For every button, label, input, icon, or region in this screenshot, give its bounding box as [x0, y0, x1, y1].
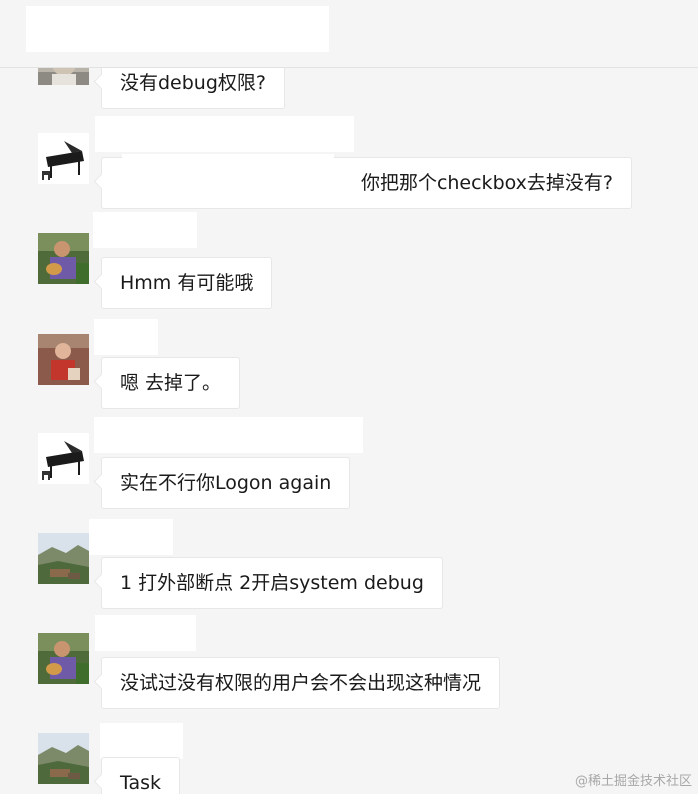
sender-name: [94, 417, 363, 453]
landscape-icon: [38, 733, 89, 784]
message-bubble[interactable]: 没试过没有权限的用户会不会出现这种情况: [101, 657, 501, 709]
message-text: Hmm 有可能哦: [120, 272, 254, 294]
quote-overlay: [122, 154, 334, 176]
message-bubble[interactable]: 实在不行你Logon again: [101, 457, 351, 509]
avatar[interactable]: [38, 133, 89, 184]
sender-name: [95, 116, 354, 152]
piano-icon: [38, 133, 89, 184]
header-bar: [0, 0, 698, 68]
message-text: 没有debug权限?: [120, 72, 266, 94]
message-bubble[interactable]: Hmm 有可能哦: [101, 257, 273, 309]
avatar[interactable]: [38, 533, 89, 584]
message-text: 嗯 去掉了。: [120, 372, 222, 394]
sender-name: [95, 615, 196, 651]
person-with-cat-icon: [38, 233, 89, 284]
avatar[interactable]: [38, 633, 89, 684]
chat-window: 没有debug权限? 你把那个checkbox去掉没有? Hmm 有可能哦 嗯 …: [0, 0, 698, 794]
message-bubble[interactable]: 1 打外部断点 2开启system debug: [101, 557, 443, 609]
message-text: 没试过没有权限的用户会不会出现这种情况: [120, 672, 482, 694]
person-with-cat-icon: [38, 633, 89, 684]
avatar[interactable]: [38, 334, 89, 385]
sender-name: [89, 519, 173, 555]
avatar[interactable]: [38, 233, 89, 284]
piano-icon: [38, 433, 89, 484]
message-text: Task: [120, 772, 162, 794]
avatar[interactable]: [38, 433, 89, 484]
message-text: 你把那个checkbox去掉没有?: [360, 172, 613, 194]
message-text: 实在不行你Logon again: [120, 472, 332, 494]
message-bubble[interactable]: 嗯 去掉了。: [101, 357, 241, 409]
sender-name: [94, 319, 158, 355]
avatar[interactable]: [38, 733, 89, 784]
landscape-icon: [38, 533, 89, 584]
person-red-icon: [38, 334, 89, 385]
chat-title: [26, 6, 329, 52]
message-bubble[interactable]: Task: [101, 757, 181, 794]
message-text: 1 打外部断点 2开启system debug: [120, 572, 424, 594]
watermark: @稀土掘金技术社区: [574, 774, 692, 789]
sender-name: [93, 212, 197, 248]
sender-name: [100, 723, 183, 759]
